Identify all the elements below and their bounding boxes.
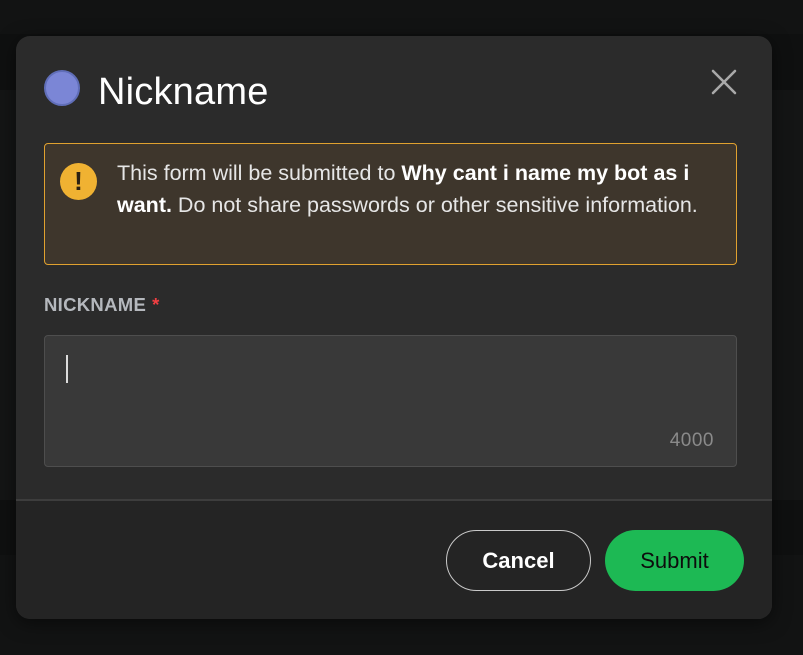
backdrop-band-top bbox=[0, 0, 803, 34]
submit-button[interactable]: Submit bbox=[605, 530, 744, 591]
required-marker: * bbox=[152, 294, 160, 315]
character-counter: 4000 bbox=[669, 430, 714, 451]
modal-title: Nickname bbox=[98, 71, 269, 113]
exclamation-icon: ! bbox=[60, 163, 97, 200]
close-button[interactable] bbox=[705, 63, 743, 101]
nickname-modal: Nickname ! This form will be submitted t… bbox=[16, 36, 772, 619]
nickname-field-label: NICKNAME * bbox=[44, 294, 160, 316]
nickname-label-text: NICKNAME bbox=[44, 294, 147, 315]
close-icon bbox=[711, 69, 737, 95]
app-avatar bbox=[44, 70, 80, 106]
cancel-button[interactable]: Cancel bbox=[446, 530, 591, 591]
nickname-input[interactable]: 4000 bbox=[44, 335, 737, 467]
text-caret bbox=[66, 355, 68, 383]
warning-text-after: Do not share passwords or other sensitiv… bbox=[171, 192, 698, 217]
modal-footer: Cancel Submit bbox=[16, 501, 772, 619]
warning-notice: ! This form will be submitted to Why can… bbox=[44, 143, 737, 265]
modal-header: Nickname bbox=[16, 36, 772, 136]
warning-text-before: This form will be submitted to bbox=[117, 161, 402, 185]
warning-text: This form will be submitted to Why cant … bbox=[117, 158, 727, 221]
